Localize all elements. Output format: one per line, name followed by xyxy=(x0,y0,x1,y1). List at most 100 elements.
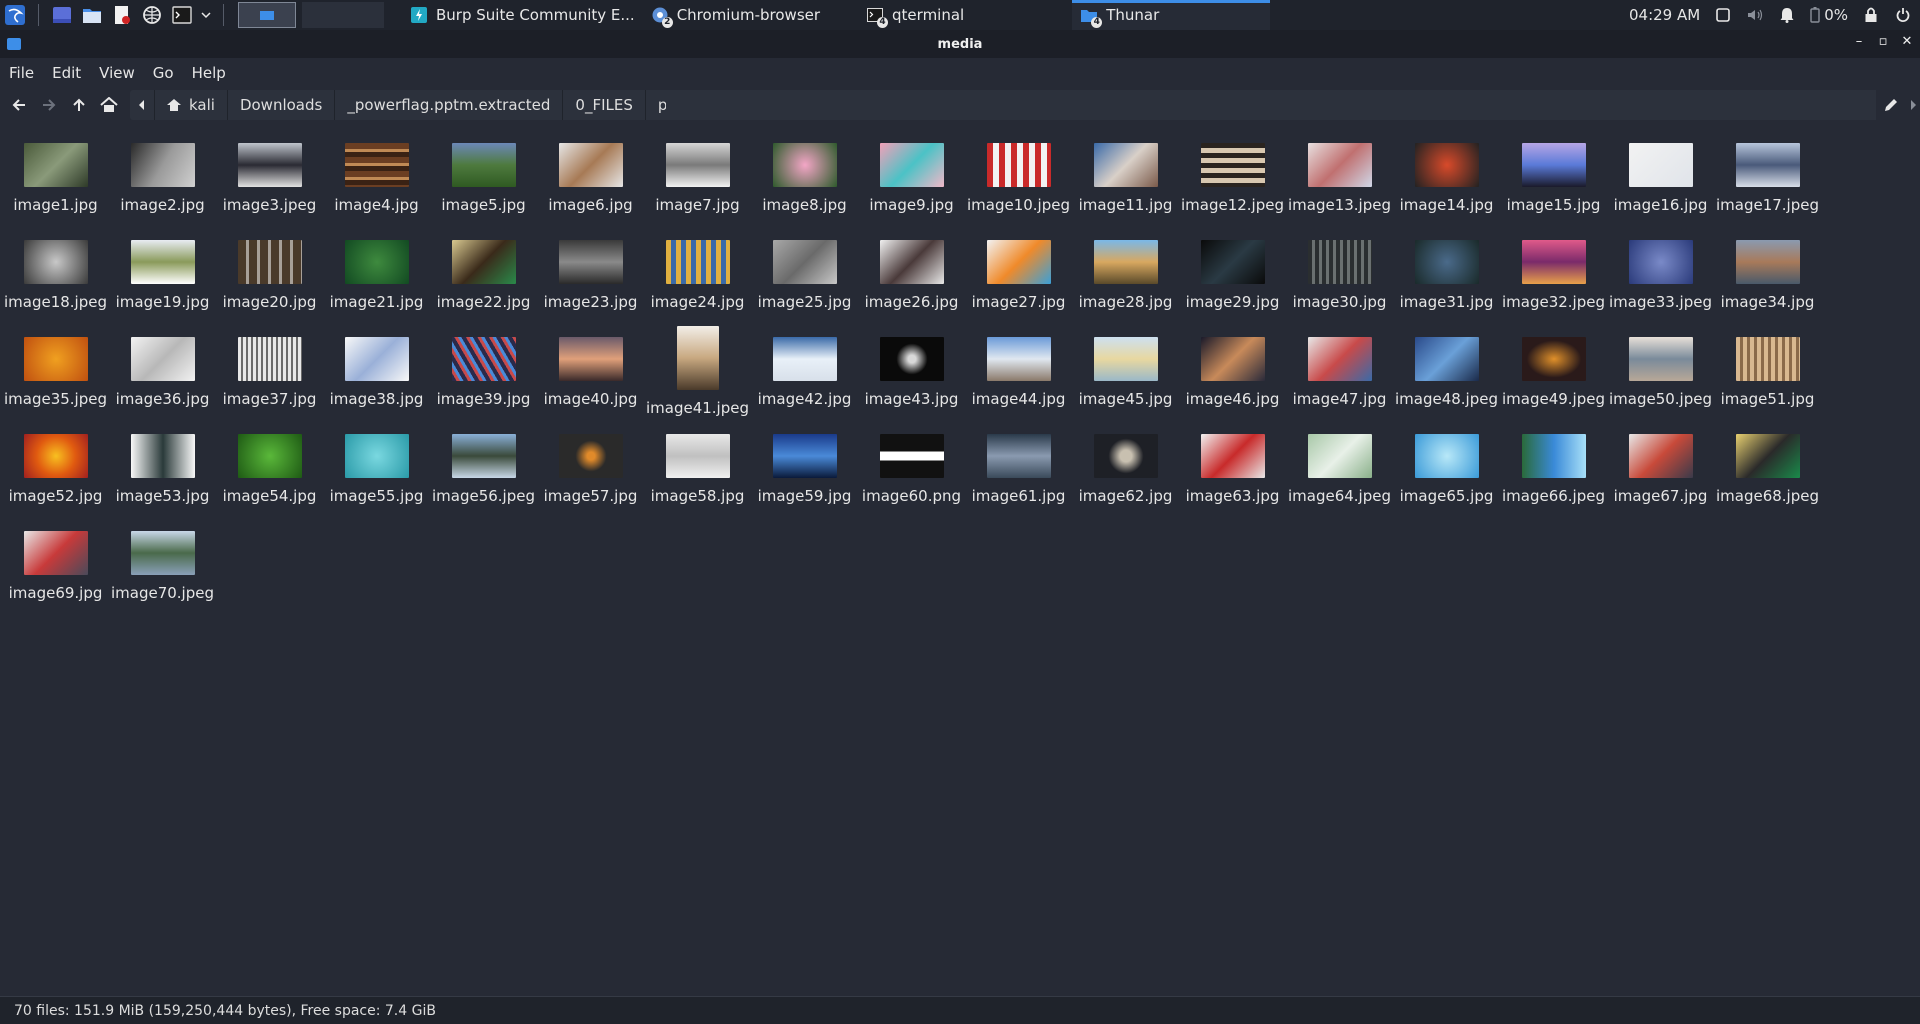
chevron-down-icon[interactable] xyxy=(199,2,213,28)
file-item[interactable]: image35.jpeg xyxy=(2,326,109,423)
file-item[interactable]: image11.jpg xyxy=(1072,132,1179,229)
file-item[interactable]: image27.jpg xyxy=(965,229,1072,326)
notification-bell-icon[interactable] xyxy=(1778,6,1796,24)
task-qterminal[interactable]: 4 qterminal xyxy=(858,0,972,30)
breadcrumb-scroll-right[interactable] xyxy=(1906,90,1920,120)
file-item[interactable]: image32.jpeg xyxy=(1500,229,1607,326)
close-icon[interactable]: ✕ xyxy=(1900,34,1914,50)
file-item[interactable]: image38.jpg xyxy=(323,326,430,423)
file-item[interactable]: image7.jpg xyxy=(644,132,751,229)
file-item[interactable]: image51.jpg xyxy=(1714,326,1821,423)
file-item[interactable]: image22.jpg xyxy=(430,229,537,326)
file-item[interactable]: image64.jpeg xyxy=(1286,423,1393,520)
lock-icon[interactable] xyxy=(1862,6,1880,24)
file-item[interactable]: image63.jpg xyxy=(1179,423,1286,520)
file-item[interactable]: image40.jpg xyxy=(537,326,644,423)
file-item[interactable]: image61.jpg xyxy=(965,423,1072,520)
file-item[interactable]: image46.jpg xyxy=(1179,326,1286,423)
location-bar-fill[interactable] xyxy=(666,90,1876,120)
up-icon[interactable] xyxy=(64,90,94,120)
file-item[interactable]: image42.jpg xyxy=(751,326,858,423)
file-item[interactable]: image28.jpg xyxy=(1072,229,1179,326)
file-item[interactable]: image3.jpeg xyxy=(216,132,323,229)
file-manager-icon[interactable] xyxy=(79,2,105,28)
file-item[interactable]: image15.jpg xyxy=(1500,132,1607,229)
file-item[interactable]: image5.jpg xyxy=(430,132,537,229)
file-item[interactable]: image49.jpeg xyxy=(1500,326,1607,423)
task-burp-suite[interactable]: Burp Suite Community E... xyxy=(402,0,643,30)
file-item[interactable]: image70.jpeg xyxy=(109,520,216,617)
minimize-icon[interactable]: – xyxy=(1852,34,1866,50)
back-icon[interactable] xyxy=(4,90,34,120)
file-item[interactable]: image69.jpg xyxy=(2,520,109,617)
file-item[interactable]: image13.jpeg xyxy=(1286,132,1393,229)
file-item[interactable]: image29.jpg xyxy=(1179,229,1286,326)
file-item[interactable]: image36.jpg xyxy=(109,326,216,423)
forward-icon[interactable] xyxy=(34,90,64,120)
file-item[interactable]: image24.jpg xyxy=(644,229,751,326)
file-item[interactable]: image9.jpg xyxy=(858,132,965,229)
show-desktop-icon[interactable] xyxy=(49,2,75,28)
file-item[interactable]: image4.jpg xyxy=(323,132,430,229)
file-item[interactable]: image39.jpg xyxy=(430,326,537,423)
file-item[interactable]: image54.jpg xyxy=(216,423,323,520)
menu-view[interactable]: View xyxy=(99,64,135,82)
window-titlebar[interactable]: media – ▫ ✕ xyxy=(0,30,1920,58)
breadcrumb-item[interactable]: Downloads xyxy=(228,90,336,120)
file-item[interactable]: image26.jpg xyxy=(858,229,965,326)
file-item[interactable]: image59.jpg xyxy=(751,423,858,520)
file-item[interactable]: image55.jpg xyxy=(323,423,430,520)
file-item[interactable]: image41.jpeg xyxy=(644,326,751,423)
file-item[interactable]: image30.jpg xyxy=(1286,229,1393,326)
home-icon[interactable] xyxy=(94,90,124,120)
file-item[interactable]: image17.jpeg xyxy=(1714,132,1821,229)
file-item[interactable]: image47.jpg xyxy=(1286,326,1393,423)
breadcrumb-item[interactable]: 0_FILES xyxy=(563,90,646,120)
file-item[interactable]: image65.jpg xyxy=(1393,423,1500,520)
file-item[interactable]: image12.jpeg xyxy=(1179,132,1286,229)
file-item[interactable]: image62.jpg xyxy=(1072,423,1179,520)
file-item[interactable]: image16.jpg xyxy=(1607,132,1714,229)
workspace-2[interactable] xyxy=(302,2,384,28)
power-icon[interactable] xyxy=(1894,6,1912,24)
file-item[interactable]: image23.jpg xyxy=(537,229,644,326)
breadcrumb-item[interactable]: kali xyxy=(155,90,228,120)
file-item[interactable]: image20.jpg xyxy=(216,229,323,326)
file-item[interactable]: image48.jpeg xyxy=(1393,326,1500,423)
maximize-icon[interactable]: ▫ xyxy=(1876,34,1890,50)
file-item[interactable]: image66.jpeg xyxy=(1500,423,1607,520)
file-item[interactable]: image56.jpeg xyxy=(430,423,537,520)
file-item[interactable]: image31.jpg xyxy=(1393,229,1500,326)
file-item[interactable]: image34.jpg xyxy=(1714,229,1821,326)
file-item[interactable]: image44.jpg xyxy=(965,326,1072,423)
display-icon[interactable] xyxy=(1714,6,1732,24)
file-item[interactable]: image58.jpg xyxy=(644,423,751,520)
file-item[interactable]: image18.jpeg xyxy=(2,229,109,326)
terminal-icon[interactable] xyxy=(169,2,195,28)
volume-muted-icon[interactable] xyxy=(1746,6,1764,24)
battery-indicator[interactable]: 0% xyxy=(1810,6,1848,24)
file-item[interactable]: image33.jpeg xyxy=(1607,229,1714,326)
file-item[interactable]: image10.jpeg xyxy=(965,132,1072,229)
kali-menu-icon[interactable] xyxy=(2,2,28,28)
text-editor-icon[interactable] xyxy=(109,2,135,28)
clock[interactable]: 04:29 AM xyxy=(1629,6,1700,24)
file-item[interactable]: image45.jpg xyxy=(1072,326,1179,423)
file-item[interactable]: image8.jpg xyxy=(751,132,858,229)
menu-edit[interactable]: Edit xyxy=(52,64,81,82)
file-item[interactable]: image21.jpg xyxy=(323,229,430,326)
file-item[interactable]: image50.jpeg xyxy=(1607,326,1714,423)
file-item[interactable]: image1.jpg xyxy=(2,132,109,229)
file-item[interactable]: image52.jpg xyxy=(2,423,109,520)
file-item[interactable]: image14.jpg xyxy=(1393,132,1500,229)
file-item[interactable]: image2.jpg xyxy=(109,132,216,229)
breadcrumb-scroll-left[interactable] xyxy=(130,90,155,120)
menu-help[interactable]: Help xyxy=(192,64,226,82)
file-item[interactable]: image57.jpg xyxy=(537,423,644,520)
task-thunar[interactable]: 4 Thunar xyxy=(1072,0,1271,30)
web-browser-icon[interactable] xyxy=(139,2,165,28)
breadcrumb-item[interactable]: _powerflag.pptm.extracted xyxy=(335,90,564,120)
edit-location-icon[interactable] xyxy=(1876,90,1906,120)
menu-file[interactable]: File xyxy=(9,64,34,82)
file-item[interactable]: image6.jpg xyxy=(537,132,644,229)
